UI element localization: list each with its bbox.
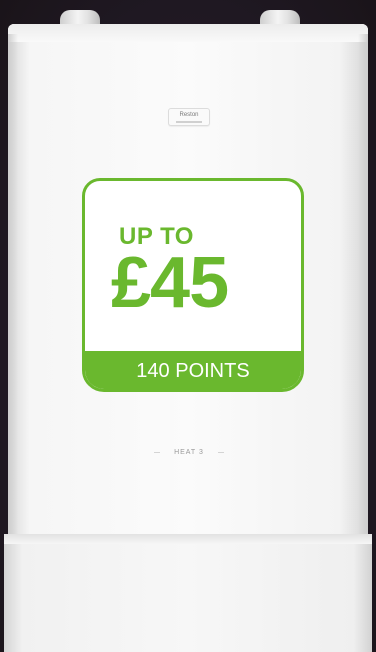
brand-logo-text: Reston (179, 112, 199, 118)
model-label: HEAT 3 (154, 446, 224, 460)
brand-logo-underline (176, 121, 202, 123)
offer-points-band: 140 POINTS (85, 351, 301, 389)
boiler-bottom-panel-lip (4, 534, 372, 544)
boiler-top-edge (8, 24, 368, 42)
offer-card: UP TO £45 140 POINTS (82, 178, 304, 392)
product-image: Reston UP TO £45 140 POINTS HEAT 3 (0, 0, 376, 652)
offer-points: 140 POINTS (136, 360, 250, 382)
boiler-right-shade (358, 34, 368, 534)
offer-amount: £45 (111, 243, 229, 323)
boiler-bottom-panel (4, 534, 372, 652)
brand-logo-badge: Reston (168, 108, 210, 126)
boiler-left-shade (8, 34, 18, 534)
